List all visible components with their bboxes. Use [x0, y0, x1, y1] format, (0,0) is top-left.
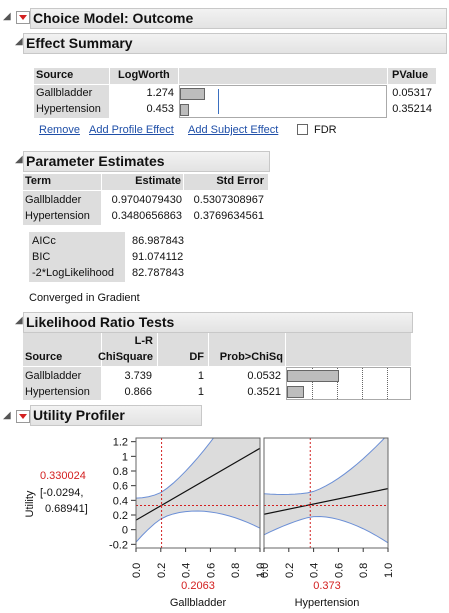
x-tick-label: 0.8: [358, 563, 370, 578]
fit-label-loglik: -2*LogLikelihood: [32, 267, 114, 279]
confidence-band: [136, 438, 260, 543]
convergence-status: Converged in Gradient: [29, 292, 140, 304]
y-tick-label: -0.2: [109, 539, 128, 551]
col-term-header: Term: [23, 174, 101, 190]
param-estimate-gallbladder: 0.9704079430: [111, 194, 182, 206]
lr-source-hypertension: Hypertension: [25, 386, 90, 398]
effect-source-hypertension[interactable]: Hypertension: [36, 103, 101, 115]
fit-value-loglik: 82.787843: [132, 267, 184, 279]
profiler-red-triangle-menu-icon[interactable]: [16, 410, 30, 423]
lr-prob-gallbladder: 0.0532: [247, 370, 281, 382]
y-tick-label: 0: [122, 525, 128, 537]
x-tick-label: 0.6: [205, 563, 217, 578]
lr-grid-line: [387, 368, 388, 399]
lr-tests-header: Likelihood Ratio Tests: [23, 312, 413, 333]
x-tick-label: 0.4: [181, 563, 193, 578]
add-profile-effect-link[interactable]: Add Profile Effect: [89, 124, 174, 136]
fit-label-aicc: AICc: [32, 235, 56, 247]
lr-tests-title: Likelihood Ratio Tests: [26, 314, 175, 330]
x-tick-label: 1.0: [383, 563, 395, 578]
x-tick-label: 0.2: [284, 563, 296, 578]
col-bar-header: [179, 68, 387, 84]
parameter-estimates-header: Parameter Estimates: [23, 151, 270, 172]
y-tick-label: 1: [122, 451, 128, 463]
param-stderror-hypertension: 0.3769634561: [193, 210, 264, 222]
col-logworth-header: LogWorth: [110, 68, 178, 84]
col-lr-bar-header: [286, 333, 411, 366]
utility-ci-low: [-0.0294,: [40, 487, 84, 499]
x-tick-label: 0.4: [309, 563, 321, 578]
profiler-header: Utility Profiler: [30, 405, 202, 426]
lr-chisq-hypertension: 0.866: [124, 386, 152, 398]
lr-prob-hypertension: 0.3521: [247, 386, 281, 398]
lr-df-hypertension: 1: [197, 386, 204, 398]
logworth-bar-hypertension: [180, 104, 189, 116]
lr-chisq-gallbladder: 3.739: [124, 370, 152, 382]
x-tick-label: 0.0: [131, 563, 143, 578]
col-stderror-header: Std Error: [184, 174, 268, 190]
hypertension-current-value[interactable]: 0.373: [297, 580, 357, 592]
utility-ci-high: 0.68941]: [45, 503, 88, 515]
logworth-bar-area: [179, 85, 387, 118]
fit-value-bic: 91.074112: [132, 251, 184, 263]
collapse-triangle-icon[interactable]: ◢: [3, 12, 13, 22]
col-lr-prob-header: Prob>ChiSq: [209, 333, 285, 366]
effect-summary-title: Effect Summary: [26, 35, 133, 51]
x-tick-label: 0.6: [333, 563, 345, 578]
param-stderror-gallbladder: 0.5307308967: [193, 194, 264, 206]
remove-link[interactable]: Remove: [39, 124, 80, 136]
hypertension-axis-label: Hypertension: [294, 597, 360, 609]
x-tick-label: 0.0: [259, 563, 271, 578]
effect-logworth-hypertension: 0.453: [146, 103, 174, 115]
lr-source-gallbladder: Gallbladder: [25, 370, 82, 382]
utility-axis-label: Utility: [24, 490, 36, 518]
utility-current-value[interactable]: 0.330024: [40, 470, 86, 482]
effect-source-gallbladder[interactable]: Gallbladder: [36, 87, 92, 99]
col-lr-source-header: Source: [23, 333, 101, 366]
lr-grid-line: [362, 368, 363, 399]
col-lr-df-header: DF: [158, 333, 208, 366]
x-tick-label: 0.2: [156, 563, 168, 578]
effect-summary-header: Effect Summary: [23, 33, 447, 54]
y-tick-label: 0.6: [113, 481, 128, 493]
effect-pvalue-hypertension: 0.35214: [392, 103, 432, 115]
logworth-bar-gallbladder: [180, 88, 205, 100]
report-title-bar: Choice Model: Outcome: [30, 8, 447, 29]
y-tick-label: 1.2: [113, 437, 128, 449]
col-estimate-header: Estimate: [102, 174, 183, 190]
param-term-hypertension: Hypertension: [25, 210, 90, 222]
y-tick-label: 0.8: [113, 466, 128, 478]
gallbladder-axis-label: Gallbladder: [169, 597, 227, 609]
logworth-reference-line: [218, 89, 219, 114]
profiler-collapse-icon[interactable]: ◢: [3, 411, 13, 421]
red-triangle-menu-icon[interactable]: [16, 11, 30, 24]
report-title: Choice Model: Outcome: [33, 10, 194, 26]
utility-axis-label-wrap: Utility: [22, 470, 38, 540]
y-tick-label: 0.2: [113, 510, 128, 522]
lr-df-gallbladder: 1: [197, 370, 204, 382]
y-tick-label: 0.4: [113, 495, 128, 507]
lr-bar-area: [286, 367, 411, 400]
profiler-title: Utility Profiler: [33, 407, 125, 423]
fit-value-aicc: 86.987843: [132, 235, 184, 247]
col-lr-chisq-header: L-R ChiSquare: [98, 333, 157, 366]
lr-bar-gallbladder: [287, 370, 339, 382]
param-term-gallbladder: Gallbladder: [25, 194, 82, 206]
effect-logworth-gallbladder: 1.274: [146, 87, 174, 99]
effect-pvalue-gallbladder: 0.05317: [392, 87, 432, 99]
x-tick-label: 0.8: [230, 563, 242, 578]
lr-bar-hypertension: [287, 386, 304, 398]
col-source-header: Source: [34, 68, 109, 84]
fdr-checkbox[interactable]: [297, 124, 308, 135]
add-subject-effect-link[interactable]: Add Subject Effect: [188, 124, 278, 136]
param-estimate-hypertension: 0.3480656863: [111, 210, 182, 222]
fit-label-bic: BIC: [32, 251, 51, 263]
col-pvalue-header: PValue: [388, 68, 436, 84]
gallbladder-current-value[interactable]: 0.2063: [168, 580, 228, 592]
parameter-estimates-title: Parameter Estimates: [26, 153, 165, 169]
fdr-label: FDR: [314, 124, 337, 136]
